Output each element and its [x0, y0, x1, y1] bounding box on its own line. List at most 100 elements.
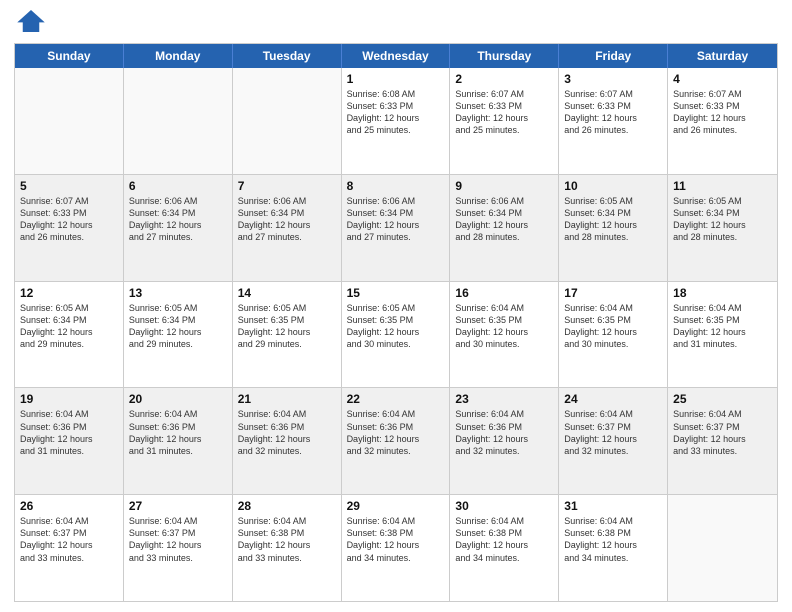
cal-cell: 1 Sunrise: 6:08 AM Sunset: 6:33 PM Daylig… — [342, 68, 451, 174]
day-info: Sunrise: 6:04 AM Sunset: 6:35 PM Dayligh… — [564, 302, 662, 351]
day-header-friday: Friday — [559, 44, 668, 68]
calendar-header: SundayMondayTuesdayWednesdayThursdayFrid… — [15, 44, 777, 68]
day-info: Sunrise: 6:04 AM Sunset: 6:36 PM Dayligh… — [455, 408, 553, 457]
cal-cell: 17 Sunrise: 6:04 AM Sunset: 6:35 PM Dayli… — [559, 282, 668, 388]
day-number: 5 — [20, 179, 118, 193]
day-number: 30 — [455, 499, 553, 513]
day-info: Sunrise: 6:04 AM Sunset: 6:38 PM Dayligh… — [455, 515, 553, 564]
day-header-sunday: Sunday — [15, 44, 124, 68]
day-info: Sunrise: 6:08 AM Sunset: 6:33 PM Dayligh… — [347, 88, 445, 137]
day-info: Sunrise: 6:04 AM Sunset: 6:36 PM Dayligh… — [347, 408, 445, 457]
calendar-row-0: 1 Sunrise: 6:08 AM Sunset: 6:33 PM Daylig… — [15, 68, 777, 174]
day-info: Sunrise: 6:04 AM Sunset: 6:38 PM Dayligh… — [564, 515, 662, 564]
day-header-saturday: Saturday — [668, 44, 777, 68]
day-number: 14 — [238, 286, 336, 300]
day-number: 11 — [673, 179, 772, 193]
day-number: 20 — [129, 392, 227, 406]
day-info: Sunrise: 6:05 AM Sunset: 6:34 PM Dayligh… — [673, 195, 772, 244]
cal-cell — [233, 68, 342, 174]
cal-cell: 9Sunrise: 6:06 AM Sunset: 6:34 PM Daylig… — [450, 175, 559, 281]
day-info: Sunrise: 6:07 AM Sunset: 6:33 PM Dayligh… — [455, 88, 553, 137]
day-number: 12 — [20, 286, 118, 300]
cal-cell: 5 Sunrise: 6:07 AM Sunset: 6:33 PM Daylig… — [15, 175, 124, 281]
cal-cell — [668, 495, 777, 601]
cal-cell: 22 Sunrise: 6:04 AM Sunset: 6:36 PM Dayli… — [342, 388, 451, 494]
day-number: 16 — [455, 286, 553, 300]
calendar: SundayMondayTuesdayWednesdayThursdayFrid… — [14, 43, 778, 602]
day-number: 28 — [238, 499, 336, 513]
day-number: 6 — [129, 179, 227, 193]
cal-cell: 21 Sunrise: 6:04 AM Sunset: 6:36 PM Dayli… — [233, 388, 342, 494]
cal-cell: 20Sunrise: 6:04 AM Sunset: 6:36 PM Dayli… — [124, 388, 233, 494]
day-info: Sunrise: 6:04 AM Sunset: 6:37 PM Dayligh… — [673, 408, 772, 457]
cal-cell: 27Sunrise: 6:04 AM Sunset: 6:37 PM Dayli… — [124, 495, 233, 601]
day-info: Sunrise: 6:04 AM Sunset: 6:35 PM Dayligh… — [455, 302, 553, 351]
cal-cell: 11 Sunrise: 6:05 AM Sunset: 6:34 PM Dayli… — [668, 175, 777, 281]
cal-cell: 14Sunrise: 6:05 AM Sunset: 6:35 PM Dayli… — [233, 282, 342, 388]
day-number: 29 — [347, 499, 445, 513]
logo — [14, 10, 49, 37]
day-info: Sunrise: 6:04 AM Sunset: 6:38 PM Dayligh… — [347, 515, 445, 564]
day-info: Sunrise: 6:07 AM Sunset: 6:33 PM Dayligh… — [564, 88, 662, 137]
day-info: Sunrise: 6:06 AM Sunset: 6:34 PM Dayligh… — [238, 195, 336, 244]
cal-cell: 30 Sunrise: 6:04 AM Sunset: 6:38 PM Dayli… — [450, 495, 559, 601]
cal-cell — [124, 68, 233, 174]
day-number: 27 — [129, 499, 227, 513]
day-number: 2 — [455, 72, 553, 86]
header — [14, 10, 778, 37]
day-info: Sunrise: 6:06 AM Sunset: 6:34 PM Dayligh… — [129, 195, 227, 244]
cal-cell: 7 Sunrise: 6:06 AM Sunset: 6:34 PM Daylig… — [233, 175, 342, 281]
day-number: 21 — [238, 392, 336, 406]
cal-cell: 23 Sunrise: 6:04 AM Sunset: 6:36 PM Dayli… — [450, 388, 559, 494]
cal-cell: 8Sunrise: 6:06 AM Sunset: 6:34 PM Daylig… — [342, 175, 451, 281]
day-number: 25 — [673, 392, 772, 406]
cal-cell — [15, 68, 124, 174]
cal-cell: 3 Sunrise: 6:07 AM Sunset: 6:33 PM Daylig… — [559, 68, 668, 174]
day-info: Sunrise: 6:05 AM Sunset: 6:34 PM Dayligh… — [129, 302, 227, 351]
day-number: 3 — [564, 72, 662, 86]
day-info: Sunrise: 6:05 AM Sunset: 6:35 PM Dayligh… — [347, 302, 445, 351]
day-info: Sunrise: 6:07 AM Sunset: 6:33 PM Dayligh… — [20, 195, 118, 244]
day-header-wednesday: Wednesday — [342, 44, 451, 68]
cal-cell: 19 Sunrise: 6:04 AM Sunset: 6:36 PM Dayli… — [15, 388, 124, 494]
day-number: 13 — [129, 286, 227, 300]
day-number: 9 — [455, 179, 553, 193]
day-number: 23 — [455, 392, 553, 406]
logo-icon — [17, 10, 45, 32]
day-info: Sunrise: 6:04 AM Sunset: 6:35 PM Dayligh… — [673, 302, 772, 351]
day-number: 17 — [564, 286, 662, 300]
day-number: 31 — [564, 499, 662, 513]
day-number: 24 — [564, 392, 662, 406]
cal-cell: 4Sunrise: 6:07 AM Sunset: 6:33 PM Daylig… — [668, 68, 777, 174]
day-info: Sunrise: 6:04 AM Sunset: 6:38 PM Dayligh… — [238, 515, 336, 564]
cal-cell: 31 Sunrise: 6:04 AM Sunset: 6:38 PM Dayli… — [559, 495, 668, 601]
day-number: 8 — [347, 179, 445, 193]
calendar-row-1: 5 Sunrise: 6:07 AM Sunset: 6:33 PM Daylig… — [15, 174, 777, 281]
day-info: Sunrise: 6:05 AM Sunset: 6:34 PM Dayligh… — [564, 195, 662, 244]
cal-cell: 6 Sunrise: 6:06 AM Sunset: 6:34 PM Daylig… — [124, 175, 233, 281]
cal-cell: 15 Sunrise: 6:05 AM Sunset: 6:35 PM Dayli… — [342, 282, 451, 388]
cal-cell: 12Sunrise: 6:05 AM Sunset: 6:34 PM Dayli… — [15, 282, 124, 388]
page: SundayMondayTuesdayWednesdayThursdayFrid… — [0, 0, 792, 612]
cal-cell: 28 Sunrise: 6:04 AM Sunset: 6:38 PM Dayli… — [233, 495, 342, 601]
cal-cell: 18Sunrise: 6:04 AM Sunset: 6:35 PM Dayli… — [668, 282, 777, 388]
day-number: 4 — [673, 72, 772, 86]
calendar-row-3: 19 Sunrise: 6:04 AM Sunset: 6:36 PM Dayli… — [15, 387, 777, 494]
calendar-row-2: 12 Sunrise: 6:05 AM Sunset: 6:34 PM Dayli… — [15, 281, 777, 388]
calendar-row-4: 26Sunrise: 6:04 AM Sunset: 6:37 PM Dayli… — [15, 494, 777, 601]
cal-cell: 10Sunrise: 6:05 AM Sunset: 6:34 PM Dayli… — [559, 175, 668, 281]
cal-cell: 13 Sunrise: 6:05 AM Sunset: 6:34 PM Dayli… — [124, 282, 233, 388]
day-header-thursday: Thursday — [450, 44, 559, 68]
day-info: Sunrise: 6:04 AM Sunset: 6:36 PM Dayligh… — [238, 408, 336, 457]
cal-cell: 29 Sunrise: 6:04 AM Sunset: 6:38 PM Dayli… — [342, 495, 451, 601]
day-header-monday: Monday — [124, 44, 233, 68]
day-number: 1 — [347, 72, 445, 86]
day-number: 26 — [20, 499, 118, 513]
day-number: 22 — [347, 392, 445, 406]
day-header-tuesday: Tuesday — [233, 44, 342, 68]
day-number: 15 — [347, 286, 445, 300]
cal-cell: 16 Sunrise: 6:04 AM Sunset: 6:35 PM Dayli… — [450, 282, 559, 388]
day-number: 7 — [238, 179, 336, 193]
day-info: Sunrise: 6:04 AM Sunset: 6:36 PM Dayligh… — [20, 408, 118, 457]
day-number: 19 — [20, 392, 118, 406]
